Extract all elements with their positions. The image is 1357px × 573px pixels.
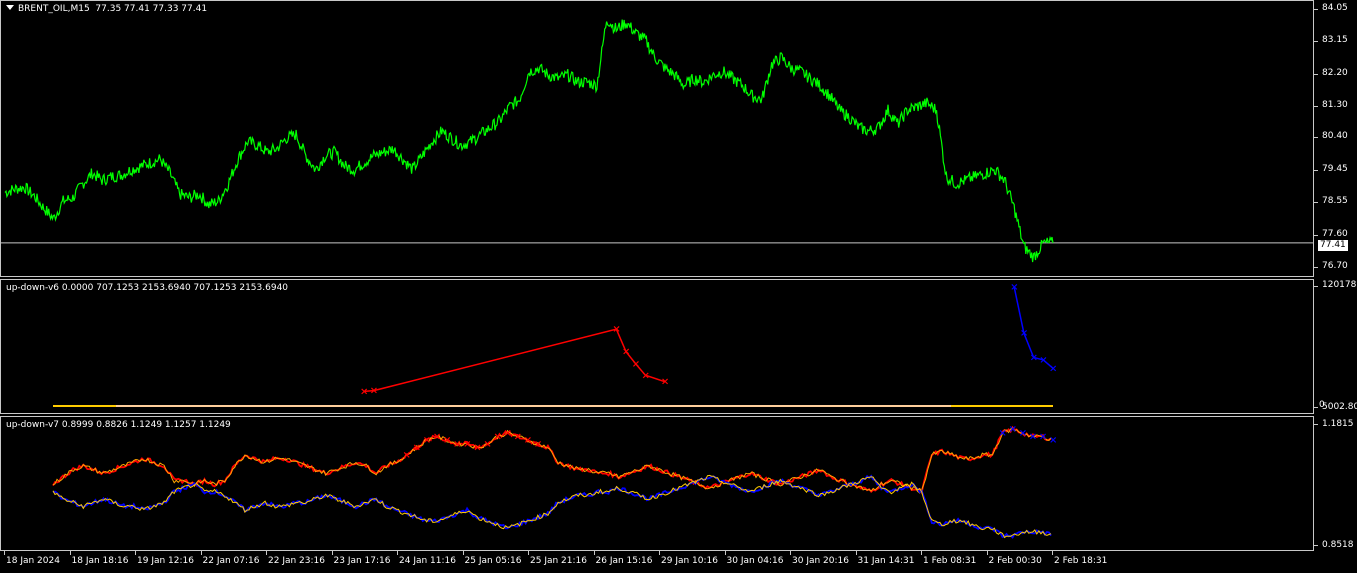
v7-up-marker: × <box>403 450 411 461</box>
time-axis-label: 2 Feb 00:30 <box>988 556 1042 566</box>
price-line-chart <box>1 19 1313 263</box>
v7-down-marker: × <box>1019 428 1027 439</box>
price-axis-label: 82.20 <box>1322 68 1348 79</box>
indicator-v6-chart: × ××××××××× ×× <box>53 282 1057 407</box>
indicator-v7-title: up-down-v7 0.8999 0.8826 1.1249 1.1257 1… <box>6 420 231 430</box>
v6-axis-top: 120178.9 <box>1322 280 1357 290</box>
v7-down-marker: × <box>1029 432 1037 443</box>
v7-up-marker: × <box>524 435 532 446</box>
time-axis-label: 25 Jan 05:16 <box>464 556 522 566</box>
indicator-v6-axis: 120178.9 5002.80 0 <box>1314 279 1357 414</box>
time-axis-label: 29 Jan 10:16 <box>661 556 718 566</box>
ohlc-label: 77.35 77.41 77.33 77.41 <box>95 4 208 14</box>
time-axis-label: 2 Feb 18:31 <box>1054 556 1108 566</box>
time-axis-label: 24 Jan 11:16 <box>399 556 456 566</box>
indicator-v6-pane[interactable]: × × × × × × × × × × × × up-down-v6 0.0000 707.1253 … <box>0 279 1314 414</box>
price-axis-label: 76.70 <box>1322 260 1348 271</box>
time-axis-label: 18 Jan 2024 <box>6 556 60 566</box>
v6-axis-bottom: 5002.80 <box>1322 402 1357 412</box>
v7-up-marker: × <box>463 439 471 450</box>
indicator-v7-chart: ××× × × × × × ×× × × × ×× × × × × × <box>52 424 1057 539</box>
price-series-line <box>4 19 1054 263</box>
v7-up-marker: × <box>493 432 501 443</box>
v7-up-marker: × <box>534 439 542 450</box>
price-axis-label: 78.55 <box>1322 195 1348 206</box>
v7-upper-red-line <box>52 425 1052 496</box>
price-axis-label: 79.45 <box>1322 164 1348 175</box>
v6-up-spike-line <box>363 328 666 393</box>
v7-up-marker: × <box>453 439 461 450</box>
v7-up-marker: × <box>413 443 421 454</box>
time-axis-label: 26 Jan 15:16 <box>595 556 653 566</box>
price-axis-label: 81.30 <box>1322 99 1348 110</box>
price-axis-label: 84.05 <box>1322 3 1348 14</box>
time-axis-label: 18 Jan 18:16 <box>71 556 129 566</box>
v7-up-marker: × <box>443 435 451 446</box>
current-price-tag: 77.41 <box>1318 240 1348 251</box>
indicator-v7-pane[interactable]: × × × × × × × × × × × × × × × × × × × × up-down-v7 0.8999 0… <box>0 416 1314 551</box>
v7-up-marker: × <box>483 439 491 450</box>
v7-up-marker: × <box>514 432 522 443</box>
price-axis: 84.05 83.15 82.20 81.30 80.40 79.45 78.55 77.60… <box>1314 0 1357 277</box>
dropdown-triangle-icon[interactable] <box>6 5 14 10</box>
v7-axis-bottom: 0.8518 <box>1322 540 1354 550</box>
v7-down-marker: × <box>1009 424 1017 435</box>
price-axis-label: 80.40 <box>1322 131 1348 142</box>
symbol-label: BRENT_OIL,M15 <box>18 4 90 14</box>
time-axis-label: 25 Jan 21:16 <box>530 556 587 566</box>
v7-up-marker: × <box>504 428 512 439</box>
time-axis-label: 31 Jan 14:31 <box>857 556 915 566</box>
price-axis-label: 77.60 <box>1322 229 1348 240</box>
main-chart-pane[interactable]: BRENT_OIL,M15 77.35 77.41 77.33 77.41 <box>0 0 1314 277</box>
time-axis-label: 22 Jan 23:16 <box>268 556 325 566</box>
time-axis-label: 30 Jan 04:16 <box>726 556 784 566</box>
time-axis-label: 30 Jan 20:16 <box>792 556 849 566</box>
chart-title: BRENT_OIL,M15 77.35 77.41 77.33 77.41 <box>6 4 207 14</box>
v7-up-marker: × <box>473 443 481 454</box>
v7-down-marker: × <box>1049 435 1057 446</box>
time-axis-label: 1 Feb 08:31 <box>923 556 977 566</box>
time-axis-label: 19 Jan 12:16 <box>137 556 194 566</box>
price-axis-label: 83.15 <box>1322 34 1348 45</box>
v7-down-marker: × <box>998 428 1006 439</box>
v7-axis-top: 1.1815 <box>1322 419 1354 429</box>
time-axis: 18 Jan 2024 18 Jan 18:16 19 Jan 12:16 22 Ja… <box>0 551 1314 573</box>
time-axis-label: 23 Jan 17:16 <box>333 556 391 566</box>
indicator-v6-title: up-down-v6 0.0000 707.1253 2153.6940 707… <box>6 283 289 293</box>
v6-up-spike-marker: × <box>661 377 669 388</box>
v7-down-marker: × <box>1039 432 1047 443</box>
v7-up-marker: × <box>423 435 431 446</box>
indicator-v7-axis: 1.1815 0.8518 <box>1314 416 1357 551</box>
v7-up-marker: × <box>433 432 441 443</box>
time-axis-label: 22 Jan 07:16 <box>202 556 260 566</box>
v6-axis-zero: 0 <box>1319 400 1325 410</box>
